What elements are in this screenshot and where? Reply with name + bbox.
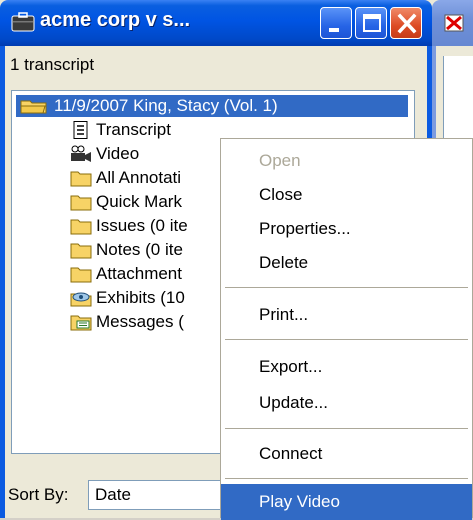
- messages-icon: [70, 313, 92, 331]
- menu-separator: [225, 287, 468, 288]
- tree-item-label: Attachment: [96, 264, 182, 283]
- menu-separator: [225, 478, 468, 479]
- folder-icon: [70, 217, 92, 235]
- briefcase-icon: [11, 12, 35, 32]
- tree-item-transcript-volume[interactable]: 11/9/2007 King, Stacy (Vol. 1): [16, 95, 408, 117]
- tree-item-label: Video: [96, 144, 140, 163]
- red-x-icon: [444, 12, 466, 34]
- exhibits-icon: [70, 289, 92, 307]
- open-folder-icon: [20, 100, 47, 114]
- menu-item-play-video[interactable]: Play Video: [221, 484, 472, 520]
- tree-item-label: Transcript: [96, 120, 171, 139]
- folder-icon: [70, 241, 92, 259]
- menu-item-properties[interactable]: Properties...: [221, 211, 472, 247]
- menu-item-connect[interactable]: Connect: [221, 436, 472, 472]
- tree-item-label: 11/9/2007 King, Stacy (Vol. 1): [54, 96, 278, 115]
- tree-item-label: Messages (: [96, 312, 184, 331]
- menu-separator: [225, 339, 468, 340]
- menu-item-close[interactable]: Close: [221, 177, 472, 213]
- transcript-icon: [70, 121, 92, 139]
- tree-item-label: All Annotati: [96, 168, 182, 187]
- window-title: acme corp v s...: [40, 9, 191, 31]
- menu-item-print[interactable]: Print...: [221, 297, 472, 333]
- menu-separator: [225, 428, 468, 429]
- context-menu: Open Close Properties... Delete Print...…: [220, 138, 473, 520]
- video-icon: [70, 145, 92, 163]
- sort-by-label: Sort By:: [8, 485, 69, 504]
- background-window-title-bar[interactable]: [432, 0, 473, 46]
- tree-item-label: Exhibits (10: [96, 288, 185, 307]
- title-bar[interactable]: acme corp v s...: [0, 0, 432, 46]
- menu-item-export[interactable]: Export...: [221, 349, 472, 385]
- folder-icon: [70, 193, 92, 211]
- tree-item-label: Issues (0 ite: [96, 216, 188, 235]
- menu-item-delete[interactable]: Delete: [221, 245, 472, 281]
- window-border-left: [0, 46, 5, 518]
- folder-icon: [70, 169, 92, 187]
- maximize-button[interactable]: [355, 7, 387, 39]
- tree-item-label: Quick Mark: [96, 192, 182, 211]
- menu-item-update[interactable]: Update...: [221, 385, 472, 421]
- sort-by-select[interactable]: Date: [88, 480, 238, 510]
- folder-icon: [70, 265, 92, 283]
- transcript-count: 1 transcript: [10, 55, 95, 74]
- minimize-button[interactable]: [320, 7, 352, 39]
- menu-item-open: Open: [259, 151, 301, 170]
- close-button[interactable]: [390, 7, 422, 39]
- tree-item-label: Notes (0 ite: [96, 240, 183, 259]
